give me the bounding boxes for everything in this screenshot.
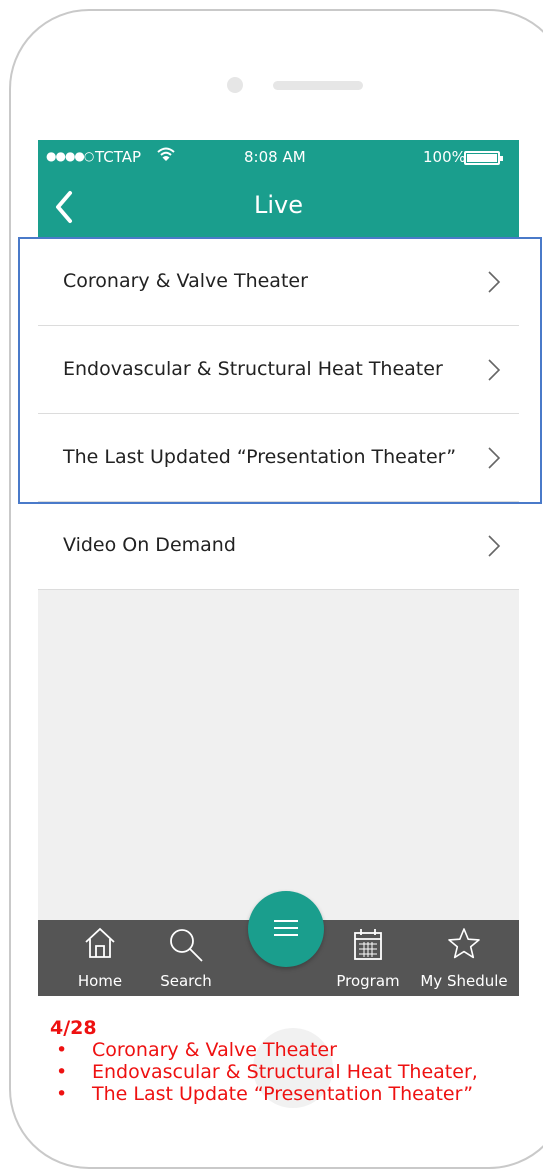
notes-item: Endovascular & Structural Heat Theater, [50, 1061, 478, 1083]
tab-label: Search [160, 972, 212, 990]
notes-item: The Last Update “Presentation Theater” [50, 1083, 478, 1105]
page-title: Live [253, 191, 303, 219]
tab-label: Home [77, 972, 123, 990]
tab-home[interactable]: Home [60, 920, 140, 996]
notes-date: 4/28 [50, 1017, 97, 1039]
tab-program[interactable]: Program [330, 920, 406, 996]
menu-fab-button[interactable] [248, 891, 324, 967]
chevron-right-icon [488, 535, 501, 557]
menu-item-label: Video On Demand [63, 534, 236, 556]
speaker-grille [273, 81, 363, 90]
highlight-annotation-box [18, 237, 542, 504]
calendar-icon [354, 929, 382, 960]
status-time: 8:08 AM [244, 148, 306, 166]
annotation-notes: 4/28 Coronary & Valve Theater Endovascul… [50, 1017, 478, 1105]
tab-search[interactable]: Search [146, 920, 226, 996]
battery-icon [464, 151, 503, 165]
top-bar: ●●●●○ TCTAP 8:08 AM 100% Live [38, 140, 519, 238]
search-icon [170, 929, 203, 962]
carrier-name: TCTAP [95, 148, 142, 166]
home-icon [85, 927, 115, 958]
wifi-icon [156, 146, 176, 168]
tab-label: My Shedule [420, 972, 508, 990]
status-bar: ●●●●○ TCTAP 8:08 AM 100% [38, 140, 519, 178]
tab-label: Program [336, 972, 400, 990]
star-icon [448, 928, 480, 959]
tab-my-schedule[interactable]: My Shedule [416, 920, 512, 996]
notes-list: Coronary & Valve Theater Endovascular & … [50, 1039, 478, 1105]
camera-icon [227, 77, 243, 93]
menu-icon [274, 920, 298, 936]
signal-strength-icon: ●●●●○ [46, 149, 94, 163]
battery-percentage: 100% [423, 148, 466, 166]
notes-item: Coronary & Valve Theater [50, 1039, 478, 1061]
menu-item-video-on-demand[interactable]: Video On Demand [38, 502, 519, 590]
